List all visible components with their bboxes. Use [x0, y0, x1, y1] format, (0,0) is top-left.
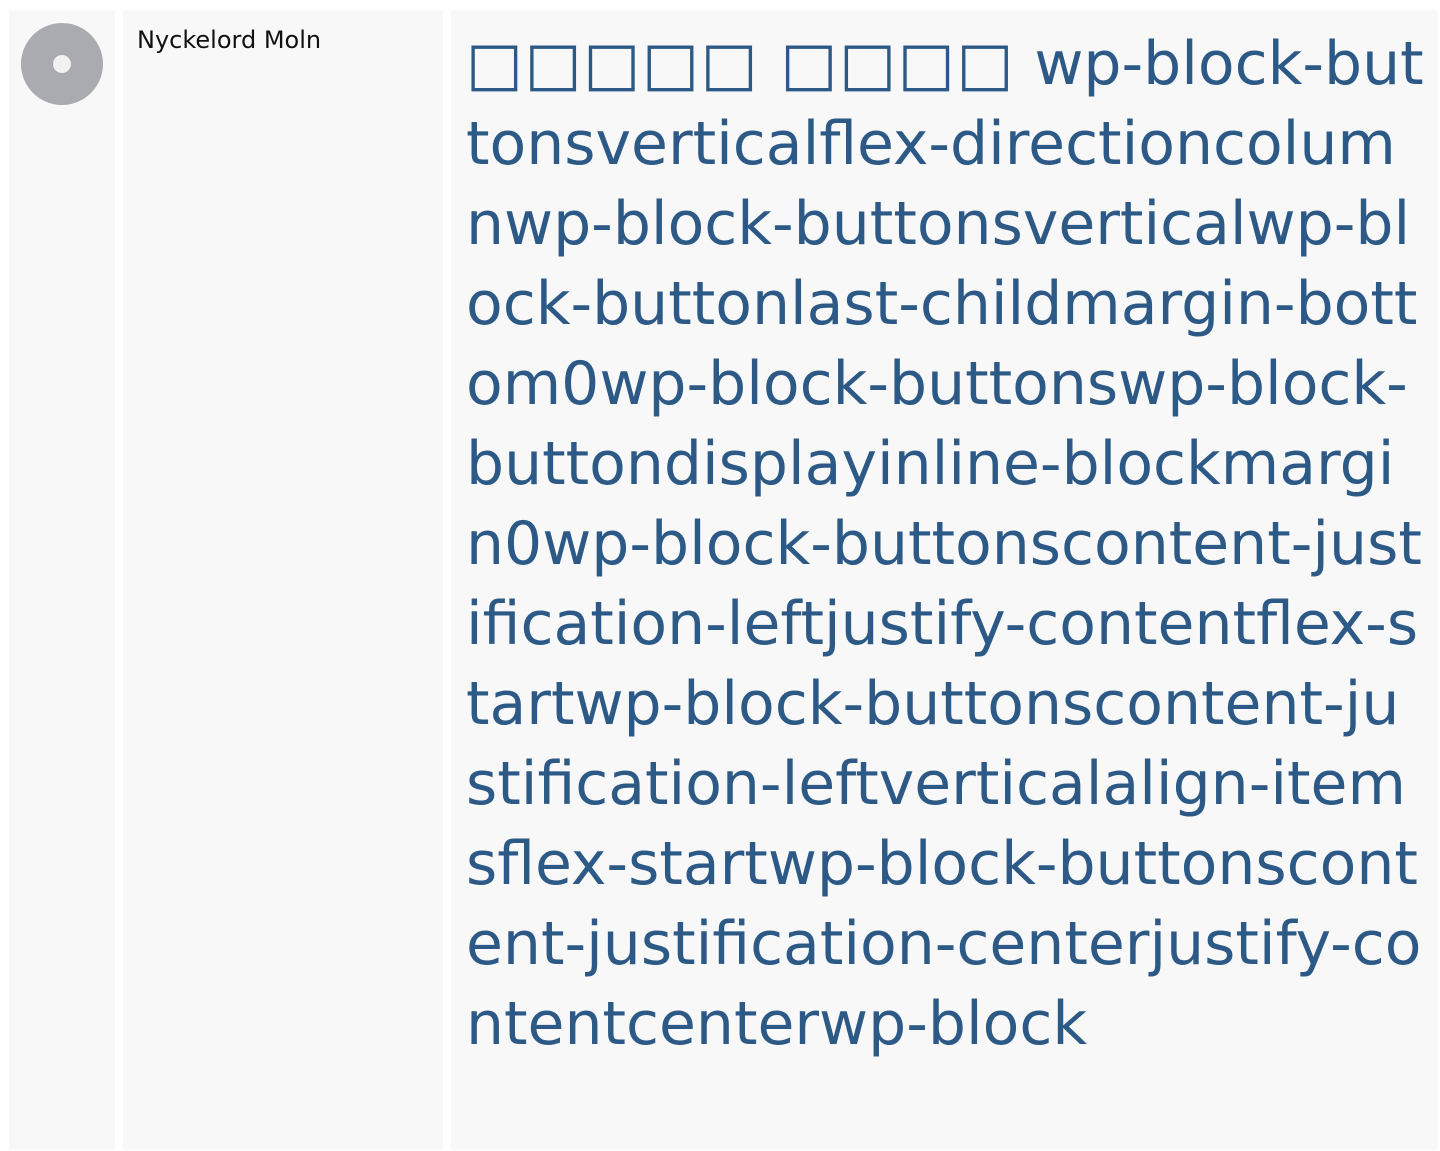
keyword-cloud-cell: □□□□□ □□□□ wp-block-buttonsverticalflex-… [451, 10, 1438, 1150]
keyword-cloud-row: Nyckelord Moln □□□□□ □□□□ wp-block-butto… [0, 0, 1440, 1151]
keyword-cloud: □□□□□ □□□□ wp-block-buttonsverticalflex-… [466, 24, 1426, 1064]
section-title: Nyckelord Moln [137, 26, 322, 54]
label-cell: Nyckelord Moln [123, 10, 443, 1150]
icon-cell [9, 10, 115, 1150]
disc-icon [21, 23, 103, 105]
keyword-prefix: □□□□□ □□□□ [466, 29, 1016, 99]
keyword-list[interactable]: wp-block-buttonsverticalflex-directionco… [466, 29, 1424, 1059]
